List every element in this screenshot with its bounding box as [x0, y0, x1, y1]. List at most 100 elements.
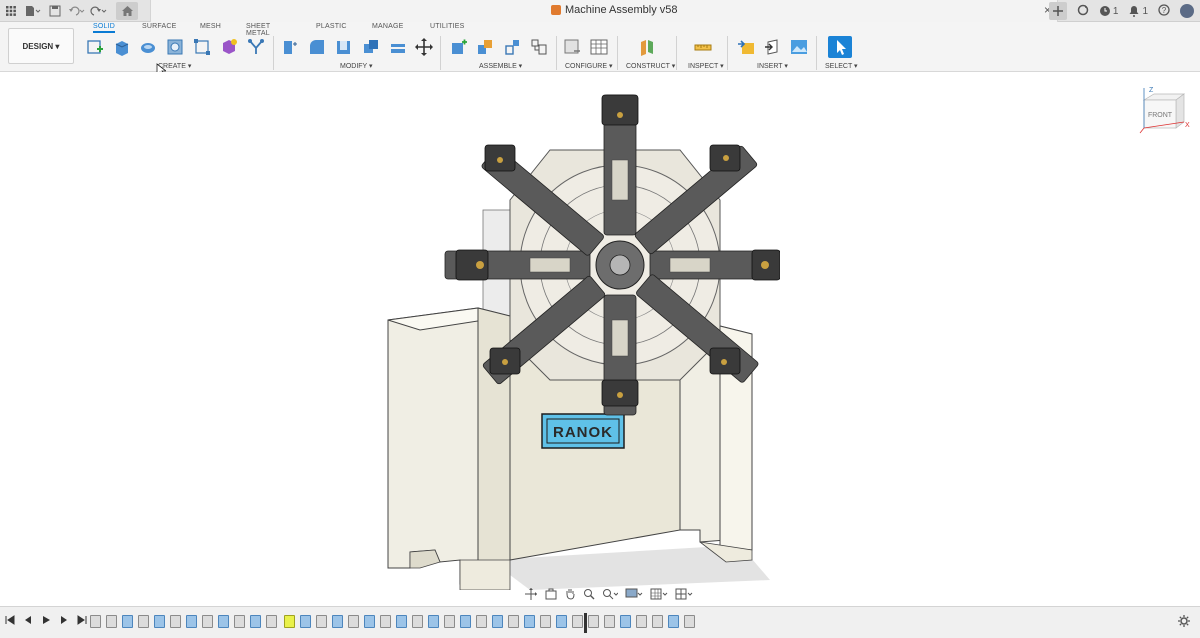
assemble-menu[interactable]: ASSEMBLE ▾ — [479, 62, 522, 70]
measure-icon[interactable] — [694, 38, 712, 56]
grid-settings-icon[interactable] — [650, 588, 668, 600]
timeline-feature[interactable] — [636, 615, 647, 628]
zoom-window-icon[interactable] — [602, 588, 618, 600]
viewcube[interactable]: FRONT Z X — [1136, 86, 1194, 136]
tab-utilities[interactable]: UTILITIES — [430, 23, 464, 30]
timeline-feature[interactable] — [476, 615, 487, 628]
tab-plastic[interactable]: PLASTIC — [316, 23, 347, 30]
revolve-icon[interactable] — [139, 38, 157, 56]
timeline-feature[interactable] — [170, 615, 181, 628]
as-built-joint-icon[interactable] — [503, 38, 521, 56]
insert-derive-icon[interactable] — [737, 38, 755, 56]
select-button[interactable] — [828, 36, 852, 58]
timeline-feature[interactable] — [154, 615, 165, 628]
timeline-feature[interactable] — [316, 615, 327, 628]
timeline-feature[interactable] — [396, 615, 407, 628]
workspace-switcher[interactable]: DESIGN ▾ — [8, 28, 74, 64]
timeline-feature[interactable] — [428, 615, 439, 628]
canvas-viewport[interactable]: FRONT Z X RANOK — [0, 72, 1200, 606]
play-icon[interactable] — [41, 615, 51, 625]
joint-icon[interactable] — [476, 38, 494, 56]
canvas-icon[interactable] — [790, 38, 808, 56]
shell-icon[interactable] — [335, 38, 353, 56]
configure-icon[interactable] — [563, 38, 581, 56]
jobs-status[interactable]: 1 — [1099, 5, 1118, 17]
timeline-feature[interactable] — [620, 615, 631, 628]
gear-icon[interactable] — [1178, 615, 1190, 630]
timeline-feature[interactable] — [138, 615, 149, 628]
display-settings-icon[interactable] — [625, 588, 643, 600]
go-to-end-icon[interactable] — [77, 615, 87, 625]
machine-model[interactable]: RANOK — [380, 90, 780, 590]
refresh-icon[interactable] — [1077, 4, 1089, 19]
timeline-feature[interactable] — [364, 615, 375, 628]
tab-solid[interactable]: SOLID — [93, 23, 116, 33]
press-pull-icon[interactable] — [280, 38, 298, 56]
timeline-feature[interactable] — [604, 615, 615, 628]
timeline-feature[interactable] — [234, 615, 245, 628]
timeline-feature[interactable] — [300, 615, 311, 628]
step-forward-icon[interactable] — [59, 615, 69, 625]
redo-icon[interactable] — [88, 0, 110, 22]
derive-icon[interactable] — [247, 38, 265, 56]
go-to-start-icon[interactable] — [5, 615, 15, 625]
rectangular-pattern-icon[interactable] — [193, 38, 211, 56]
timeline-feature[interactable] — [380, 615, 391, 628]
plus-icon[interactable] — [1048, 2, 1067, 20]
create-sketch-icon[interactable] — [86, 38, 104, 56]
configuration-table-icon[interactable] — [590, 38, 608, 56]
joint-origin-icon[interactable] — [530, 38, 548, 56]
timeline-feature[interactable] — [106, 615, 117, 628]
step-back-icon[interactable] — [23, 615, 33, 625]
timeline-feature[interactable] — [492, 615, 503, 628]
tab-sheet-metal[interactable]: SHEET METAL — [246, 23, 270, 37]
timeline-feature[interactable] — [332, 615, 343, 628]
insert-mesh-icon[interactable] — [764, 38, 782, 56]
timeline-feature[interactable] — [556, 615, 567, 628]
look-at-icon[interactable] — [545, 588, 557, 600]
timeline-feature[interactable] — [202, 615, 213, 628]
select-menu[interactable]: SELECT ▾ — [825, 62, 858, 70]
user-icon[interactable] — [1180, 4, 1194, 18]
timeline-feature[interactable] — [508, 615, 519, 628]
fillet-icon[interactable] — [308, 38, 326, 56]
configure-menu[interactable]: CONFIGURE ▾ — [565, 62, 612, 70]
extrude-icon[interactable] — [112, 38, 130, 56]
save-icon[interactable] — [44, 0, 66, 22]
viewcube-face-label[interactable]: FRONT — [1148, 112, 1173, 119]
combine-icon[interactable] — [362, 38, 380, 56]
tab-surface[interactable]: SURFACE — [142, 23, 176, 30]
file-icon[interactable] — [22, 0, 44, 22]
offset-face-icon[interactable] — [389, 38, 407, 56]
document-tab[interactable]: Machine Assembly v58 × — [150, 0, 1058, 22]
timeline-feature[interactable] — [444, 615, 455, 628]
tab-mesh[interactable]: MESH — [200, 23, 221, 30]
viewports-icon[interactable] — [675, 588, 693, 600]
offset-plane-icon[interactable] — [638, 38, 656, 56]
timeline-feature[interactable] — [588, 615, 599, 628]
timeline-feature[interactable] — [412, 615, 423, 628]
insert-menu[interactable]: INSERT ▾ — [757, 62, 788, 70]
help-icon[interactable]: ? — [1158, 3, 1170, 19]
orbit-icon[interactable] — [524, 588, 538, 600]
timeline-feature[interactable] — [684, 615, 695, 628]
timeline-feature[interactable] — [652, 615, 663, 628]
timeline-feature[interactable] — [540, 615, 551, 628]
timeline-feature[interactable] — [524, 615, 535, 628]
tab-manage[interactable]: MANAGE — [372, 23, 404, 30]
timeline-feature[interactable] — [668, 615, 679, 628]
timeline-feature-selected[interactable] — [284, 615, 295, 628]
pan-icon[interactable] — [564, 588, 576, 600]
form-icon[interactable] — [220, 38, 238, 56]
zoom-icon[interactable] — [583, 588, 595, 600]
timeline-feature[interactable] — [122, 615, 133, 628]
inspect-menu[interactable]: INSPECT ▾ — [688, 62, 724, 70]
timeline-feature[interactable] — [90, 615, 101, 628]
modify-menu[interactable]: MODIFY ▾ — [340, 62, 373, 70]
timeline-feature[interactable] — [186, 615, 197, 628]
hole-icon[interactable] — [166, 38, 184, 56]
construct-menu[interactable]: CONSTRUCT ▾ — [626, 62, 675, 70]
move-icon[interactable] — [415, 38, 433, 56]
grid-icon[interactable] — [0, 0, 22, 22]
undo-icon[interactable] — [66, 0, 88, 22]
